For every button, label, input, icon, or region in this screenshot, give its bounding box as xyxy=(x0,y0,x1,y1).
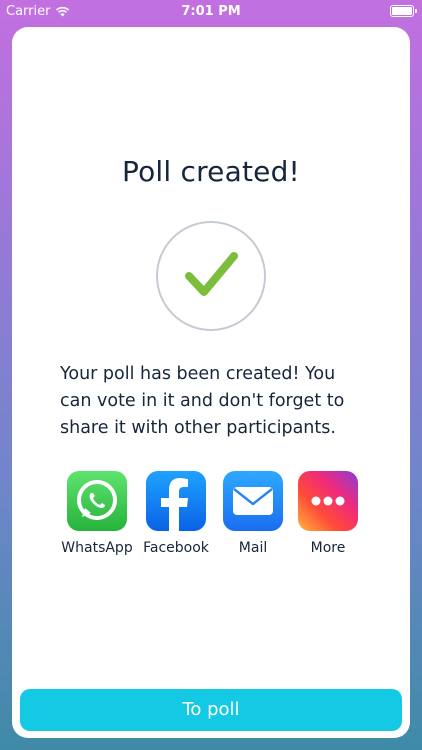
battery-icon xyxy=(390,5,417,17)
share-mail[interactable]: Mail xyxy=(213,471,293,556)
page-title: Poll created! xyxy=(122,155,300,188)
share-whatsapp[interactable]: WhatsApp xyxy=(57,471,137,556)
share-label: Facebook xyxy=(143,540,209,556)
success-badge xyxy=(156,221,266,331)
share-label: More xyxy=(310,540,346,556)
whatsapp-icon xyxy=(67,471,127,531)
success-message: Your poll has been created! You can vote… xyxy=(60,364,345,438)
checkmark-icon xyxy=(185,252,238,296)
status-time: 7:01 PM xyxy=(181,4,241,19)
to-poll-button[interactable]: To poll xyxy=(20,689,402,731)
mail-icon xyxy=(223,471,283,531)
result-card: Poll created! Your poll has been created… xyxy=(12,27,410,738)
status-bar: Carrier 7:01 PM xyxy=(0,0,422,22)
share-options: WhatsApp Facebook Mail More xyxy=(61,471,363,561)
facebook-icon xyxy=(146,471,206,531)
share-more[interactable]: More xyxy=(288,471,368,556)
share-facebook[interactable]: Facebook xyxy=(136,471,216,556)
share-label: Mail xyxy=(238,540,268,556)
share-label: WhatsApp xyxy=(61,540,133,556)
more-icon xyxy=(298,471,358,531)
